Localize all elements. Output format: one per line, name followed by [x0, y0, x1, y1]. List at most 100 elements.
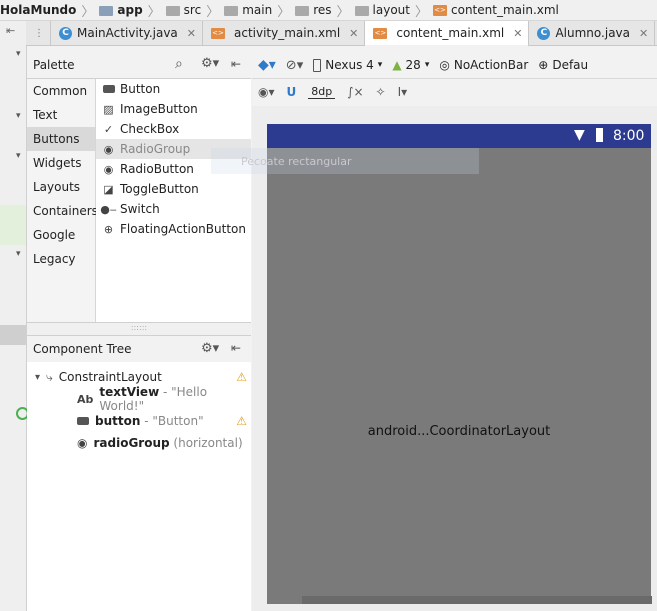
button-widget-icon — [77, 417, 89, 425]
warning-icon[interactable]: ⚠ — [236, 414, 247, 428]
tab-mainactivity[interactable]: C MainActivity.java ✕ — [51, 21, 203, 45]
breadcrumb-src[interactable]: src 〉 — [165, 1, 225, 20]
palette-item-label: CheckBox — [120, 122, 180, 136]
palette-item-togglebutton[interactable]: ◪ ToggleButton — [96, 179, 251, 199]
hide-panel-icon[interactable]: ⇤ — [231, 57, 241, 71]
design-toolbar: ◆▾ ⊘▾ Nexus 4 ▾ ▲ 28 ▾ ◎ NoActionBar ⊕ Defau — [252, 52, 657, 79]
tree-node-label: radioGroup — [93, 436, 170, 450]
align-icon[interactable]: Ι▾ — [398, 85, 408, 99]
component-tree-header: Component Tree ⚙▾ ⇤ — [27, 335, 251, 363]
clear-constraints-icon[interactable]: ∫× — [347, 85, 363, 99]
device-preview[interactable]: android...CoordinatorLayout — [267, 124, 651, 604]
hide-panel-icon[interactable]: ⇤ — [231, 341, 241, 355]
expand-arrow-icon[interactable]: ▾ — [16, 49, 21, 59]
tab-overflow-icon[interactable]: ⋮ — [26, 21, 51, 45]
battery-icon — [596, 128, 603, 142]
expand-arrow-icon[interactable]: ▾ — [16, 111, 21, 121]
magnet-icon[interactable]: U — [287, 85, 297, 99]
default-margin-selector[interactable]: 8dp — [308, 85, 336, 99]
category-widgets[interactable]: Widgets — [27, 151, 95, 175]
tree-row-radiogroup[interactable]: ◉ radioGroup (horizontal) — [27, 432, 251, 454]
gear-icon[interactable]: ⚙▾ — [201, 56, 219, 71]
theme-icon: ◎ — [439, 58, 450, 72]
tab-label: activity_main.xml — [234, 26, 341, 40]
chevron-right-icon: 〉 — [336, 4, 350, 20]
breadcrumb-app[interactable]: app 〉 — [99, 1, 165, 20]
palette-item-switch[interactable]: ●‒ Switch — [96, 199, 251, 219]
chevron-down-icon[interactable]: ▾ — [35, 372, 40, 383]
palette-item-imagebutton[interactable]: ▨ ImageButton — [96, 99, 251, 119]
category-buttons[interactable]: Buttons — [27, 127, 95, 151]
chevron-right-icon: 〉 — [81, 4, 95, 20]
module-folder-icon — [99, 6, 114, 16]
editor-tabs: ⋮ C MainActivity.java ✕ <> activity_main… — [26, 21, 657, 47]
tab-label: content_main.xml — [396, 26, 505, 40]
breadcrumb-res[interactable]: res 〉 — [295, 1, 354, 20]
search-icon[interactable]: ⌕ — [175, 56, 183, 72]
tree-node-label: button — [95, 414, 141, 428]
breadcrumb: HolaMundo 〉 app 〉 src 〉 main 〉 res 〉 layout 〉 … — [0, 0, 657, 21]
eye-icon[interactable]: ◉▾ — [258, 85, 275, 99]
tree-node-detail: - "Button" — [140, 414, 204, 428]
palette-title: Palette — [33, 58, 75, 72]
palette-item-button[interactable]: Button — [96, 79, 251, 99]
magic-wand-icon[interactable]: ✧ — [376, 85, 386, 99]
warning-icon[interactable]: ⚠ — [236, 370, 247, 384]
chevron-down-icon: ▾ — [377, 60, 383, 70]
tab-alumno[interactable]: C Alumno.java ✕ — [529, 21, 656, 45]
expand-arrow-icon[interactable]: ▾ — [16, 151, 21, 161]
palette-item-label: ToggleButton — [120, 182, 199, 196]
tab-content-main[interactable]: <> content_main.xml ✕ — [365, 21, 530, 47]
horizontal-scrollbar[interactable] — [302, 596, 652, 604]
close-icon[interactable]: ✕ — [349, 27, 358, 40]
image-icon: ▨ — [103, 102, 114, 116]
palette-item-label: Button — [120, 82, 161, 96]
palette-item-checkbox[interactable]: ✓ CheckBox — [96, 119, 251, 139]
tab-activity-main[interactable]: <> activity_main.xml ✕ — [203, 21, 366, 45]
component-tree: ▾ ⤷ ConstraintLayout ⚠ Ab textView - "He… — [27, 362, 251, 611]
tree-selected-row[interactable] — [0, 325, 26, 345]
palette-item-label: RadioGroup — [120, 142, 191, 156]
category-layouts[interactable]: Layouts — [27, 175, 95, 199]
orientation-icon[interactable]: ⊘▾ — [286, 58, 303, 73]
tree-row-button[interactable]: button - "Button" ⚠ — [27, 410, 251, 432]
chevron-right-icon: 〉 — [277, 4, 291, 20]
palette-item-label: FloatingActionButton — [120, 222, 246, 236]
breadcrumb-file[interactable]: <> content_main.xml — [433, 3, 559, 17]
layers-icon[interactable]: ◆▾ — [258, 57, 276, 73]
gear-icon[interactable]: ⚙▾ — [201, 341, 219, 356]
theme-selector[interactable]: ◎ NoActionBar — [439, 58, 528, 72]
c-class-icon: C — [537, 26, 551, 40]
radio-icon: ◉ — [103, 142, 114, 156]
tab-label: Alumno.java — [555, 26, 630, 40]
palette-item-label: ImageButton — [120, 102, 198, 116]
close-icon[interactable]: ✕ — [639, 27, 648, 40]
close-icon[interactable]: ✕ — [187, 27, 196, 40]
tree-row-textview[interactable]: Ab textView - "Hello World!" — [27, 385, 251, 413]
android-icon: ▲ — [392, 58, 402, 72]
device-selector[interactable]: Nexus 4 ▾ — [313, 58, 382, 72]
category-containers[interactable]: Containers — [27, 199, 98, 223]
collapse-panel-icon[interactable]: ⇤ — [6, 24, 15, 37]
panel-splitter[interactable]: :::::: — [27, 322, 251, 335]
api-selector[interactable]: ▲ 28 ▾ — [392, 58, 429, 72]
category-google[interactable]: Google — [27, 223, 95, 247]
category-common[interactable]: Common — [27, 79, 95, 103]
breadcrumb-label: main — [242, 3, 273, 17]
drag-preview: Pecoate rectangular — [211, 148, 479, 174]
breadcrumb-project[interactable]: HolaMundo 〉 — [0, 1, 99, 20]
breadcrumb-main[interactable]: main 〉 — [224, 1, 295, 20]
component-tree-title: Component Tree — [33, 342, 132, 356]
category-text[interactable]: Text — [27, 103, 95, 127]
device-label: Nexus 4 — [325, 58, 374, 72]
tab-label: MainActivity.java — [77, 26, 178, 40]
locale-selector[interactable]: ⊕ Defau — [538, 58, 588, 72]
breadcrumb-label: HolaMundo — [0, 3, 77, 17]
expand-arrow-icon[interactable]: ▾ — [16, 249, 21, 259]
palette-item-fab[interactable]: ⊕ FloatingActionButton — [96, 219, 251, 239]
breadcrumb-layout[interactable]: layout 〉 — [354, 1, 433, 20]
category-legacy[interactable]: Legacy — [27, 247, 95, 271]
close-icon[interactable]: ✕ — [513, 27, 522, 40]
tree-node-label: textView — [99, 385, 160, 399]
breadcrumb-label: src — [183, 3, 202, 17]
